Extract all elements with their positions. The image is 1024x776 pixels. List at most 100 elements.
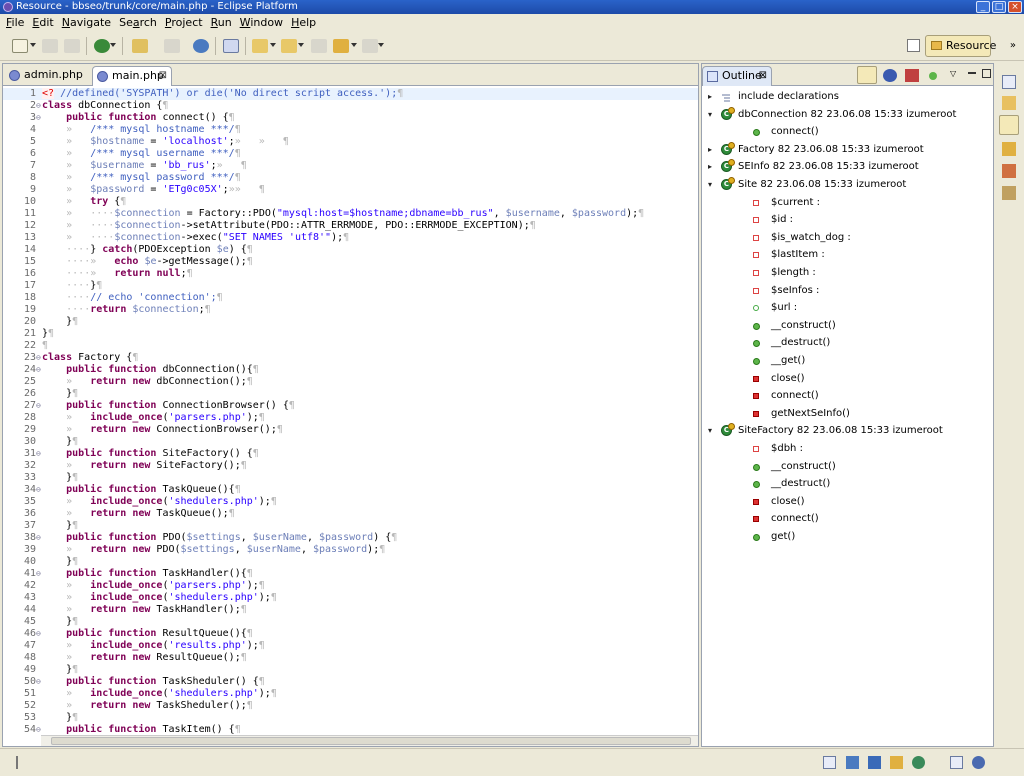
run-icon[interactable] (94, 39, 110, 53)
web-browser-icon[interactable] (193, 39, 209, 53)
code-line[interactable]: 37 }¶ (3, 520, 698, 532)
code-line[interactable]: 5 » $hostname = 'localhost';» » ¶ (3, 136, 698, 148)
code-line[interactable]: 2 ⊖ class dbConnection {¶ (3, 100, 698, 112)
close-button[interactable]: × (1008, 1, 1022, 13)
collapse-icon[interactable]: ▾ (708, 176, 716, 193)
outline-node[interactable]: __construct() (702, 317, 993, 334)
code-line[interactable]: 44 » return new TaskHandler();¶ (3, 604, 698, 616)
restore-icon[interactable] (950, 756, 963, 769)
perspective-resource-button[interactable]: Resource (925, 35, 996, 57)
sort-icon[interactable] (857, 66, 877, 84)
next-annotation-dropdown-icon[interactable] (270, 43, 276, 47)
minimize-view-icon[interactable] (968, 72, 976, 74)
outline-node[interactable]: __destruct() (702, 334, 993, 351)
code-line[interactable]: 30 }¶ (3, 436, 698, 448)
menu-file[interactable]: File (2, 14, 28, 31)
hide-non-public-icon[interactable] (929, 72, 937, 80)
outline-node[interactable]: $current : (702, 194, 993, 211)
horizontal-scrollbar[interactable] (41, 735, 698, 746)
code-line[interactable]: 49 }¶ (3, 664, 698, 676)
code-line[interactable]: 51 » include_once('shedulers.php');¶ (3, 688, 698, 700)
forward-dropdown-icon[interactable] (378, 43, 384, 47)
outline-node[interactable]: ▸ include declarations (702, 88, 993, 105)
outline-node[interactable]: connect() (702, 510, 993, 527)
restore-icon[interactable] (1002, 75, 1016, 89)
previous-annotation-dropdown-icon[interactable] (298, 43, 304, 47)
outline-node[interactable]: close() (702, 493, 993, 510)
code-line[interactable]: 8 » /*** mysql password ***/¶ (3, 172, 698, 184)
menu-project[interactable]: Project (161, 14, 207, 31)
open-perspective-icon[interactable] (907, 39, 920, 52)
view-menu-icon[interactable]: ▽ (950, 69, 964, 82)
open-task-icon[interactable] (223, 39, 239, 53)
outline-node[interactable]: $is_watch_dog : (702, 229, 993, 246)
outline-node[interactable]: close() (702, 370, 993, 387)
outline-fast-view-icon[interactable] (999, 115, 1019, 135)
outline-node[interactable]: connect() (702, 387, 993, 404)
outline-node[interactable]: get() (702, 528, 993, 545)
save-icon[interactable] (42, 39, 58, 53)
code-line[interactable]: 1 <? //defined('SYSPATH') or die('No dire… (3, 88, 698, 100)
code-line[interactable]: 13 » ····$connection->exec("SET NAMES 'u… (3, 232, 698, 244)
expand-icon[interactable]: ▸ (708, 88, 716, 105)
new-dropdown-icon[interactable] (30, 43, 36, 47)
code-line[interactable]: 6 » /*** mysql username ***/¶ (3, 148, 698, 160)
code-line[interactable]: 26 }¶ (3, 388, 698, 400)
outline-node[interactable]: $seInfos : (702, 282, 993, 299)
tasks-icon[interactable] (1002, 142, 1016, 156)
menu-help[interactable]: Help (287, 14, 320, 31)
sync-icon[interactable] (972, 756, 985, 769)
expand-icon[interactable]: ▸ (708, 158, 716, 175)
code-line[interactable]: 28 » include_once('parsers.php');¶ (3, 412, 698, 424)
code-line[interactable]: 42 » include_once('parsers.php');¶ (3, 580, 698, 592)
code-line[interactable]: 48 » return new ResultQueue();¶ (3, 652, 698, 664)
print-icon[interactable] (64, 39, 80, 53)
outline-node[interactable]: $lastItem : (702, 246, 993, 263)
code-line[interactable]: 21}¶ (3, 328, 698, 340)
bookmarks-icon[interactable] (1002, 186, 1016, 200)
last-edit-location-icon[interactable] (311, 39, 327, 53)
menu-window[interactable]: Window (236, 14, 287, 31)
code-line[interactable]: 11 » ····$connection = Factory::PDO("mys… (3, 208, 698, 220)
outline-node[interactable]: ▾ C Site 82 23.06.08 15:33 izumeroot (702, 176, 993, 193)
code-line[interactable]: 32 » return new SiteFactory();¶ (3, 460, 698, 472)
code-line[interactable]: 22 ¶ (3, 340, 698, 352)
code-line[interactable]: 53 }¶ (3, 712, 698, 724)
menu-edit[interactable]: Edit (28, 14, 57, 31)
code-line[interactable]: 23 ⊖ class Factory {¶ (3, 352, 698, 364)
restore-icon[interactable] (823, 756, 836, 769)
code-line[interactable]: 34 ⊖ public function TaskQueue(){¶ (3, 484, 698, 496)
code-line[interactable]: 7 » $username = 'bb_rus';» ¶ (3, 160, 698, 172)
code-line[interactable]: 14 ····} catch(PDOException $e) {¶ (3, 244, 698, 256)
problems-icon[interactable] (1002, 164, 1016, 178)
outline-node[interactable]: $id : (702, 211, 993, 228)
previous-annotation-icon[interactable] (281, 39, 297, 53)
close-outline-icon[interactable]: ⊠ (759, 67, 767, 85)
code-line[interactable]: 4 » /*** mysql hostname ***/¶ (3, 124, 698, 136)
back-dropdown-icon[interactable] (351, 43, 357, 47)
outline-node[interactable]: getNextSeInfo() (702, 405, 993, 422)
outline-node[interactable]: ▸ C Factory 82 23.06.08 15:33 izumeroot (702, 141, 993, 158)
collapse-icon[interactable]: ▾ (708, 422, 716, 439)
outline-node[interactable]: connect() (702, 123, 993, 140)
code-line[interactable]: 27 ⊖ public function ConnectionBrowser() … (3, 400, 698, 412)
search-view-icon[interactable] (890, 756, 903, 769)
maximize-button[interactable]: □ (992, 1, 1006, 13)
code-line[interactable]: 52 » return new TaskSheduler();¶ (3, 700, 698, 712)
outline-node[interactable]: ▸ C SEInfo 82 23.06.08 15:33 izumeroot (702, 158, 993, 175)
close-tab-icon[interactable]: ⊠ (159, 67, 167, 85)
debug-icon[interactable] (132, 39, 148, 53)
perspective-overflow-icon[interactable]: » (1010, 40, 1016, 51)
console-icon[interactable] (846, 756, 859, 769)
outline-node[interactable]: __destruct() (702, 475, 993, 492)
code-line[interactable]: 16 ····» return null;¶ (3, 268, 698, 280)
fast-view-icon[interactable] (16, 756, 24, 769)
back-icon[interactable] (333, 39, 349, 53)
menu-navigate[interactable]: Navigate (58, 14, 115, 31)
progress-icon[interactable] (868, 756, 881, 769)
code-line[interactable]: 29 » return new ConnectionBrowser();¶ (3, 424, 698, 436)
toggle-mark-icon[interactable] (164, 39, 180, 53)
outline-node[interactable]: ▾ C SiteFactory 82 23.06.08 15:33 izumeroo… (702, 422, 993, 439)
code-line[interactable]: 3 ⊖ public function connect() {¶ (3, 112, 698, 124)
code-line[interactable]: 20 }¶ (3, 316, 698, 328)
